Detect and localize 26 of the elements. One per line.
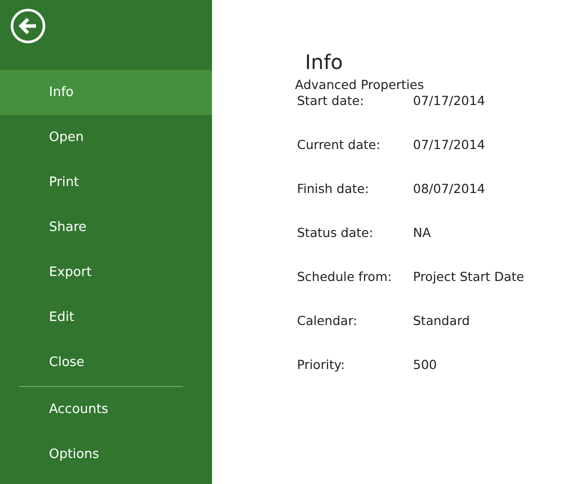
property-value: 500: [413, 357, 438, 374]
menu-item[interactable]: Close: [0, 340, 212, 385]
property-label: Current date:: [297, 137, 382, 154]
property-label: Status date:: [297, 225, 374, 242]
advanced-properties-link[interactable]: Advanced Properties: [295, 77, 424, 92]
property-value: NA: [413, 225, 432, 242]
property-label: Schedule from:: [297, 269, 393, 286]
property-value: Standard: [413, 313, 471, 330]
menu-item[interactable]: Share: [0, 205, 212, 250]
property-value: 08/07/2014: [413, 181, 486, 198]
menu-item[interactable]: Options: [0, 432, 212, 477]
menu-item[interactable]: Open: [0, 115, 212, 160]
property-value: Project Start Date: [413, 269, 526, 286]
menu-item[interactable]: Export: [0, 250, 212, 295]
menu-item[interactable]: Edit: [0, 295, 212, 340]
property-label: Start date:: [297, 93, 365, 110]
property-label: Calendar:: [297, 313, 358, 330]
property-label: Finish date:: [297, 181, 370, 198]
page-title: Info: [305, 50, 344, 74]
menu-item[interactable]: Accounts: [0, 387, 212, 432]
property-label: Priority:: [297, 357, 346, 374]
property-value: 07/17/2014: [413, 137, 486, 154]
menu-item[interactable]: Print: [0, 160, 212, 205]
menu-item[interactable]: Info: [0, 70, 212, 115]
back-button[interactable]: [10, 8, 46, 44]
property-value: 07/17/2014: [413, 93, 486, 110]
